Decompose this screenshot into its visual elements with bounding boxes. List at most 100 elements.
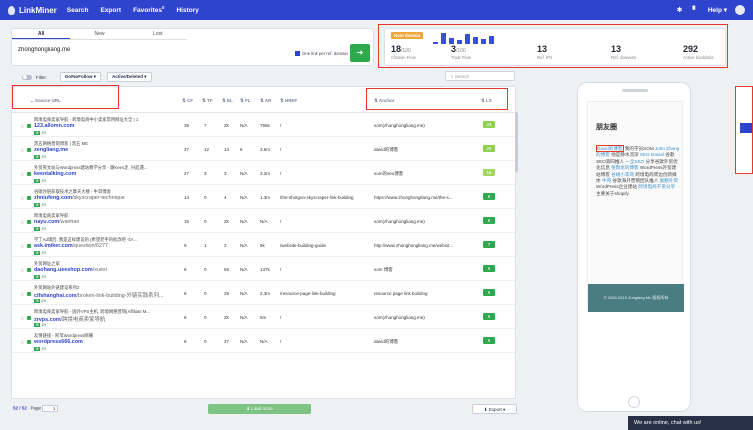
preview-friend-link[interactable]: 谷胡小李哥 <box>611 172 634 177</box>
star-icon[interactable]: ☆ <box>20 268 24 274</box>
row-source-url[interactable]: zrvps.com/跨境电商卖家导航 <box>34 315 184 323</box>
preview-friend-link[interactable]: 一全SEO <box>625 159 644 164</box>
col-tf[interactable]: ⇅ TF <box>202 98 213 104</box>
row-lang-code: ZH <box>41 251 47 255</box>
row-href[interactable]: / <box>280 171 370 176</box>
row-lang-code: ZH <box>41 323 47 327</box>
settings-gear-icon[interactable]: ✱ <box>677 6 683 14</box>
page-number-input[interactable]: 1 <box>42 405 59 412</box>
preview-friend-link[interactable]: 张雨龙的博客 <box>611 165 639 170</box>
search-panel: All New Lost One link per ref. domain <box>11 28 374 66</box>
row-ar: 2.3m <box>260 291 271 296</box>
row-href[interactable]: /website-building-guide <box>280 243 370 248</box>
row-source-url[interactable]: zhniufeng.com/skyscraper-technique <box>34 195 184 201</box>
row-href[interactable]: / <box>280 339 370 344</box>
col-fl[interactable]: ⇅ FL <box>240 98 251 104</box>
table-search-input[interactable]: ⌕ Search <box>445 71 515 81</box>
table-row[interactable]: ☆ 跨境电商卖家导航 nayu.com/waimao ⊕ ZH 15 0 2k N/A N/A / s… <box>12 209 515 233</box>
star-icon[interactable]: ☆ <box>20 124 24 130</box>
row-el: 37 <box>224 339 230 344</box>
flag-icon[interactable]: ▘ <box>692 6 697 14</box>
table-row[interactable]: ☆ 黑五网络营销博客 | 黑五 ME zengliang.me ⊕ ZH 37 12 13 6 3… <box>12 137 515 161</box>
row-path: /xuesi <box>92 267 107 273</box>
star-icon[interactable]: ☆ <box>20 316 24 322</box>
table-row[interactable]: ☆ 外贸网站外链建设系列2 cifshanghai.com/broken-link-… <box>12 281 515 305</box>
dofollow-dropdown[interactable]: Do/NoFollow ▾ <box>60 72 102 82</box>
preview-friend-link[interactable]: 牛哥 <box>602 178 611 183</box>
live-chat-bar[interactable]: We are online, chat with us! <box>628 416 753 430</box>
load-more-button[interactable]: ⬇ Load more <box>208 404 311 414</box>
row-source-url[interactable]: 123.allomn.com <box>34 123 184 129</box>
help-menu[interactable]: Help ▾ <box>708 6 727 14</box>
star-icon[interactable]: ☆ <box>20 148 24 154</box>
row-source-url[interactable]: nayu.com/waimao <box>34 219 184 225</box>
row-source-url[interactable]: daohang.ueeshop.com/xuesi <box>34 267 184 273</box>
nav-history[interactable]: History <box>176 7 198 14</box>
user-avatar[interactable] <box>735 5 745 15</box>
preview-friend-link[interactable]: 富鹏外贸 <box>660 178 678 183</box>
lock-icon <box>27 124 31 128</box>
table-row[interactable]: ☆ 外贸英文站与Wordpress建站教学分享 - 跟Kees走, 兴起遇... k… <box>12 161 515 185</box>
row-href[interactable]: / <box>280 219 370 224</box>
row-href[interactable]: / <box>280 147 370 152</box>
row-el: 13 <box>224 147 230 152</box>
row-href[interactable]: / <box>280 123 370 128</box>
col-cf[interactable]: ⇅ CF <box>182 98 193 104</box>
table-scrollbar[interactable] <box>515 112 518 172</box>
star-icon[interactable]: ☆ <box>20 292 24 298</box>
checkbox-label: One link per ref. domain <box>302 51 348 56</box>
active-deleted-dropdown[interactable]: Active/Deleted ▾ <box>107 72 152 82</box>
phone-speaker <box>622 89 648 92</box>
tab-lost[interactable]: Lost <box>129 29 187 39</box>
dofollow-label: Do/NoFollow <box>65 74 93 79</box>
row-source-url[interactable]: zengliang.me <box>34 147 184 153</box>
star-icon[interactable]: ☆ <box>20 244 24 250</box>
col-ar[interactable]: ⇅ AR <box>260 98 271 104</box>
tab-new[interactable]: New <box>70 29 128 39</box>
row-domain: zhniufeng.com <box>34 195 73 201</box>
table-row[interactable]: ☆ 学了Ad课后, 我是这样建设的 (希望老手的批改吧 -D! ... ask.im… <box>12 233 515 257</box>
table-row[interactable]: ☆ 跨境电商卖家导航 - 国外VPS主机, 跨境网络营销(Affiliate M.… <box>12 305 515 329</box>
globe-icon: ⊕ <box>34 347 41 351</box>
star-icon[interactable]: ☆ <box>20 220 24 226</box>
row-href[interactable]: /the-shotgun-skyscraper-link-building <box>280 195 370 200</box>
lock-icon <box>27 340 31 344</box>
tab-all[interactable]: All <box>12 29 71 39</box>
nav-favorites-label: Favorites <box>133 7 162 15</box>
table-row[interactable]: ☆ 友情链接 - 阿苇Wordpress网赚 wordpress666.com ⊕ ZH… <box>12 329 515 353</box>
brand-logo[interactable]: LinkMiner <box>8 5 57 15</box>
row-anchor: http://www.zhonghongliang.me/websit... <box>374 243 454 248</box>
preview-friend-link[interactable]: SEO Daniel <box>640 152 664 157</box>
row-tf: 3 <box>204 171 207 176</box>
nav-export[interactable]: Export <box>100 7 121 14</box>
row-source-url[interactable]: ask.imiker.com/question/6277 <box>34 243 184 249</box>
nav-favorites[interactable]: Favorites0 <box>133 5 164 14</box>
row-href[interactable]: /resource-page-link-building <box>280 291 370 296</box>
preview-friend-link[interactable]: David的博客 <box>596 145 624 152</box>
row-tf: 1 <box>204 243 207 248</box>
filter-toggle[interactable] <box>22 74 32 80</box>
table-row[interactable]: ☆ 跨境电商卖家导航 - 跨境电商中小卖家常用网址大全 | 1 123.allomn… <box>12 113 515 137</box>
page-preview-phone: 朋友圈 David的博客 我的学员SOM John Zhang的博客 他是静水流… <box>577 82 691 412</box>
row-href[interactable]: / <box>280 267 370 272</box>
row-source-url[interactable]: keentalking.com <box>34 171 184 177</box>
row-source-url[interactable]: wordpress666.com <box>34 339 184 345</box>
col-el[interactable]: ⇅ EL <box>222 98 233 104</box>
row-tf: 0 <box>204 339 207 344</box>
one-link-per-domain-checkbox[interactable]: One link per ref. domain <box>295 51 348 56</box>
row-source-url[interactable]: cifshanghai.com/broken-link-building-外链实… <box>34 291 184 299</box>
table-row[interactable]: ☆ 外贸网址之家 daohang.ueeshop.com/xuesi ⊕ ZH 8 0 66 N… <box>12 257 515 281</box>
preview-friend-link[interactable]: 跨境电商干货分享 <box>638 184 675 189</box>
row-href[interactable]: / <box>280 315 370 320</box>
star-icon[interactable]: ☆ <box>20 196 24 202</box>
star-icon[interactable]: ☆ <box>20 172 24 178</box>
table-row[interactable]: ☆ 谷歌外链获取技术之摩天大楼 - 牛哥博客 zhniufeng.com/skysc… <box>12 185 515 209</box>
row-cf: 9 <box>184 243 187 248</box>
linkminer-logo-icon <box>8 5 15 15</box>
go-search-button[interactable]: ➔ <box>350 44 370 62</box>
col-href[interactable]: ⇅ HREF <box>280 98 297 104</box>
export-button[interactable]: ⬇ Export ▾ <box>472 404 517 414</box>
domain-search-input[interactable] <box>18 44 298 55</box>
nav-search[interactable]: Search <box>67 7 89 14</box>
star-icon[interactable]: ☆ <box>20 340 24 346</box>
